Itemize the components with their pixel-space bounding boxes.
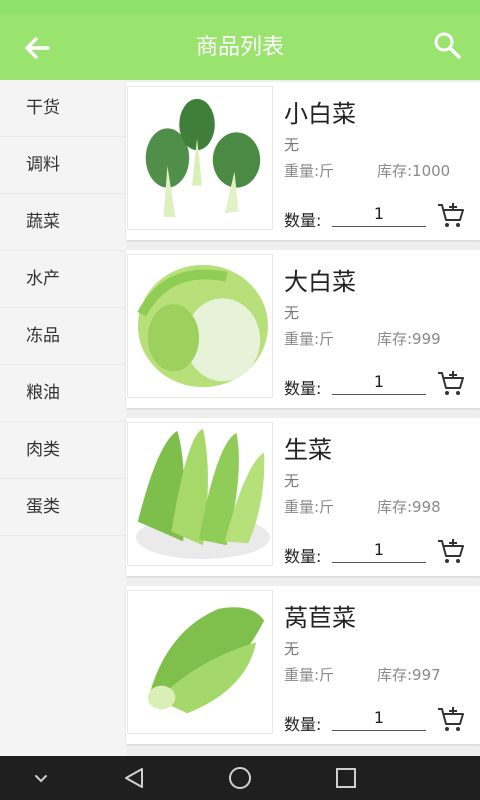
product-stock: 库存:997 — [377, 666, 441, 684]
product-name: 生菜 — [284, 436, 332, 464]
product-card[interactable]: 小白菜 无 重量:斤 库存:1000 数量: 1 — [126, 82, 480, 240]
quantity-input[interactable]: 1 — [332, 538, 426, 563]
search-icon[interactable] — [430, 28, 466, 64]
product-image-lettuce — [127, 422, 273, 566]
product-description: 无 — [284, 640, 300, 658]
app-bar: 商品列表 — [0, 14, 480, 80]
status-bar — [0, 0, 480, 14]
quantity-input[interactable]: 1 — [332, 202, 426, 227]
sidebar-item-grain-oil[interactable]: 粮油 — [0, 365, 126, 422]
sidebar-item-vegetables[interactable]: 蔬菜 — [0, 194, 126, 251]
home-circle-icon[interactable] — [227, 765, 253, 791]
product-name: 大白菜 — [284, 268, 356, 296]
quantity-label: 数量: — [284, 379, 322, 398]
quantity-input[interactable]: 1 — [332, 370, 426, 395]
product-image-napa-cabbage — [127, 254, 273, 398]
product-card[interactable]: 大白菜 无 重量:斤 库存:999 数量: 1 — [126, 250, 480, 408]
add-to-cart-icon[interactable] — [436, 536, 466, 566]
product-weight: 重量:斤 — [284, 162, 335, 180]
sidebar-item-dry-goods[interactable]: 干货 — [0, 80, 126, 137]
add-to-cart-icon[interactable] — [436, 200, 466, 230]
quantity-input[interactable]: 1 — [332, 706, 426, 731]
product-image-bok-choy — [127, 86, 273, 230]
product-weight: 重量:斤 — [284, 666, 335, 684]
product-stock: 库存:999 — [377, 330, 441, 348]
product-stock: 库存:1000 — [377, 162, 451, 180]
sidebar-item-meat[interactable]: 肉类 — [0, 422, 126, 479]
product-name: 小白菜 — [284, 100, 356, 128]
sidebar-item-seasoning[interactable]: 调料 — [0, 137, 126, 194]
system-nav-bar — [0, 756, 480, 800]
product-list: 小白菜 无 重量:斤 库存:1000 数量: 1 大白菜 无 重量:斤 库存:9… — [126, 80, 480, 756]
recents-square-icon[interactable] — [335, 767, 357, 789]
page-title: 商品列表 — [195, 35, 284, 60]
product-name: 莴苣菜 — [284, 604, 356, 632]
sidebar-item-frozen[interactable]: 冻品 — [0, 308, 126, 365]
add-to-cart-icon[interactable] — [436, 368, 466, 398]
sidebar-item-seafood[interactable]: 水产 — [0, 251, 126, 308]
product-card[interactable]: 生菜 无 重量:斤 库存:998 数量: 1 — [126, 418, 480, 576]
quantity-label: 数量: — [284, 715, 322, 734]
product-description: 无 — [284, 304, 300, 322]
category-sidebar: 干货 调料 蔬菜 水产 冻品 粮油 肉类 蛋类 — [0, 80, 127, 756]
product-stock: 库存:998 — [377, 498, 441, 516]
product-description: 无 — [284, 136, 300, 154]
chevron-down-icon[interactable] — [32, 770, 50, 786]
product-card[interactable]: 莴苣菜 无 重量:斤 库存:997 数量: 1 — [126, 586, 480, 744]
product-weight: 重量:斤 — [284, 498, 335, 516]
product-image-romaine — [127, 590, 273, 734]
quantity-label: 数量: — [284, 547, 322, 566]
back-triangle-icon[interactable] — [122, 766, 146, 790]
add-to-cart-icon[interactable] — [436, 704, 466, 734]
quantity-label: 数量: — [284, 211, 322, 230]
sidebar-item-eggs[interactable]: 蛋类 — [0, 479, 126, 536]
product-description: 无 — [284, 472, 300, 490]
product-weight: 重量:斤 — [284, 330, 335, 348]
